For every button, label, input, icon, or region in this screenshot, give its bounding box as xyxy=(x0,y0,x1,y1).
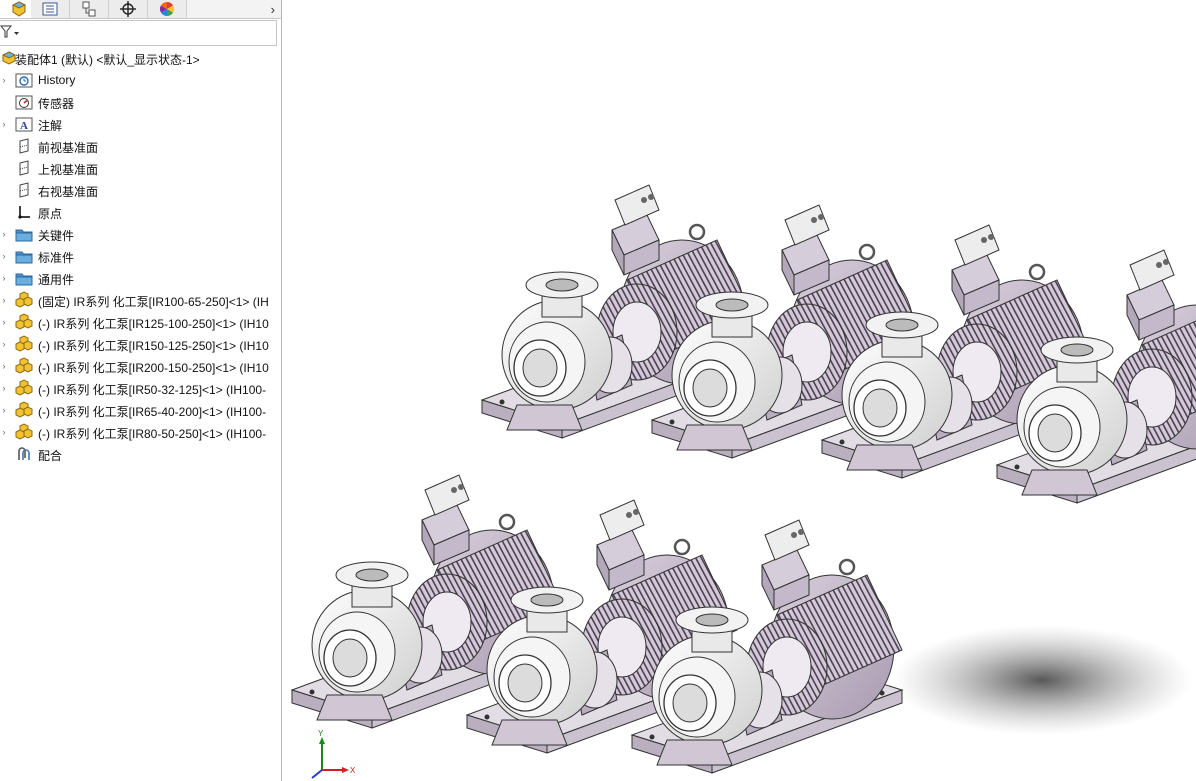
plane-icon xyxy=(15,159,33,177)
triad-y-label: Y xyxy=(318,729,324,738)
tree-item-label: (-) IR系列 化工泵[IR200-150-250]<1> (IH10 xyxy=(38,361,269,375)
tree-item[interactable]: › (-) IR系列 化工泵[IR200-150-250]<1> (IH10 xyxy=(0,355,281,377)
subassembly-icon xyxy=(15,379,33,397)
sensor-folder-icon xyxy=(15,93,33,111)
svg-text:A: A xyxy=(20,120,28,132)
property-manager-icon xyxy=(42,2,58,16)
feature-tree: 装配体1 (默认) <默认_显示状态-1> › History 传感器 › A 注解前视基… xyxy=(0,47,281,465)
tree-item-label: 传感器 xyxy=(38,97,75,111)
expand-arrow-icon[interactable]: › xyxy=(0,405,8,415)
expand-arrow-icon[interactable]: › xyxy=(0,427,8,437)
plane-icon xyxy=(15,181,33,199)
tree-item[interactable]: › (-) IR系列 化工泵[IR150-125-250]<1> (IH10 xyxy=(0,333,281,355)
expand-arrow-icon[interactable]: › xyxy=(0,295,8,305)
tree-item[interactable]: 上视基准面 xyxy=(0,157,281,179)
tree-item-label: (-) IR系列 化工泵[IR125-100-250]<1> (IH10 xyxy=(38,317,269,331)
expand-arrow-icon[interactable]: › xyxy=(0,75,8,85)
tree-item-label: 配合 xyxy=(38,449,63,463)
plane-icon xyxy=(15,137,33,155)
tree-item-label: 原点 xyxy=(38,207,63,221)
tree-root-label: 装配体1 (默认) <默认_显示状态-1> xyxy=(15,53,200,67)
tree-root-assembly[interactable]: 装配体1 (默认) <默认_显示状态-1> xyxy=(0,47,281,69)
tree-item-label: History xyxy=(38,73,76,87)
expand-arrow-icon[interactable]: › xyxy=(0,317,8,327)
tree-item-label: 关键件 xyxy=(38,229,75,243)
tree-item[interactable]: 前视基准面 xyxy=(0,135,281,157)
tree-item-label: (-) IR系列 化工泵[IR80-50-250]<1> (IH100- xyxy=(38,427,267,441)
crosshair-icon xyxy=(120,1,136,17)
subassembly-icon xyxy=(15,313,33,331)
subassembly-icon xyxy=(15,357,33,375)
subassembly-icon xyxy=(15,401,33,419)
subassembly-icon xyxy=(15,423,33,441)
triad-x-label: X xyxy=(350,766,356,775)
expand-arrow-icon[interactable]: › xyxy=(0,229,8,239)
tree-item-label: 上视基准面 xyxy=(38,163,99,177)
expand-arrow-icon[interactable]: › xyxy=(0,361,8,371)
tree-item[interactable]: › (-) IR系列 化工泵[IR50-32-125]<1> (IH100- xyxy=(0,377,281,399)
tree-item-label: 注解 xyxy=(38,119,63,133)
graphics-viewport[interactable]: Y X xyxy=(282,0,1196,781)
tree-item-label: 前视基准面 xyxy=(38,141,99,155)
expand-arrow-icon[interactable]: › xyxy=(0,119,8,129)
subassembly-icon xyxy=(15,335,33,353)
tab-display-manager[interactable] xyxy=(148,0,187,18)
tab-configuration-manager[interactable] xyxy=(70,0,109,18)
tree-item[interactable]: › 通用件 xyxy=(0,267,281,289)
tree-item-label: (-) IR系列 化工泵[IR50-32-125]<1> (IH100- xyxy=(38,383,267,397)
tree-item[interactable]: 传感器 xyxy=(0,91,281,113)
mates-icon xyxy=(15,445,33,463)
configuration-manager-icon xyxy=(82,1,96,17)
tree-item-label: (-) IR系列 化工泵[IR65-40-200]<1> (IH100- xyxy=(38,405,267,419)
folder-icon xyxy=(15,247,33,265)
tree-item-label: 标准件 xyxy=(38,251,75,265)
expand-arrow-icon[interactable]: › xyxy=(0,251,8,261)
coordinate-triad: Y X xyxy=(311,729,356,779)
tree-item[interactable]: › (固定) IR系列 化工泵[IR100-65-250]<1> (IH xyxy=(0,289,281,311)
expand-arrow-icon[interactable]: › xyxy=(0,273,8,283)
tab-overflow-arrow[interactable]: › xyxy=(271,0,275,18)
expand-arrow-icon[interactable]: › xyxy=(0,383,8,393)
folder-icon xyxy=(15,269,33,287)
tree-item[interactable]: › (-) IR系列 化工泵[IR65-40-200]<1> (IH100- xyxy=(0,399,281,421)
color-wheel-icon xyxy=(160,2,174,16)
feature-manager-panel: › 装配体1 (默认) <默认_显示状态-1> › History 传感器 › A 注解前… xyxy=(0,0,282,781)
tree-item[interactable]: 右视基准面 xyxy=(0,179,281,201)
tree-item-label: 右视基准面 xyxy=(38,185,99,199)
tree-filter-field[interactable] xyxy=(0,20,277,46)
expand-arrow-icon[interactable]: › xyxy=(0,339,8,349)
tree-item[interactable]: › History xyxy=(0,69,281,91)
tree-item-label: 通用件 xyxy=(38,273,75,287)
filter-funnel-icon[interactable] xyxy=(0,25,20,39)
tree-item[interactable]: › A 注解 xyxy=(0,113,281,135)
tree-item[interactable]: › (-) IR系列 化工泵[IR80-50-250]<1> (IH100- xyxy=(0,421,281,443)
tree-item-label: (固定) IR系列 化工泵[IR100-65-250]<1> (IH xyxy=(38,295,269,309)
tree-item[interactable]: › 标准件 xyxy=(0,245,281,267)
tree-item[interactable]: › (-) IR系列 化工泵[IR125-100-250]<1> (IH10 xyxy=(0,311,281,333)
origin-icon xyxy=(15,203,33,221)
history-folder-icon xyxy=(15,71,33,89)
tree-item[interactable]: › 关键件 xyxy=(0,223,281,245)
floor-shadow xyxy=(892,625,1192,735)
manager-tabbar: › xyxy=(0,0,281,19)
subassembly-icon xyxy=(15,291,33,309)
folder-icon xyxy=(15,225,33,243)
tree-item[interactable]: 原点 xyxy=(0,201,281,223)
tree-item[interactable]: 配合 xyxy=(0,443,281,465)
tab-property-manager[interactable] xyxy=(31,0,70,18)
tree-item-label: (-) IR系列 化工泵[IR150-125-250]<1> (IH10 xyxy=(38,339,269,353)
annotation-folder-icon: A xyxy=(15,115,33,133)
pump-assembly-scene: Y X xyxy=(290,183,1196,779)
feature-manager-icon xyxy=(11,1,27,17)
tab-dimxpert-manager[interactable] xyxy=(109,0,148,18)
